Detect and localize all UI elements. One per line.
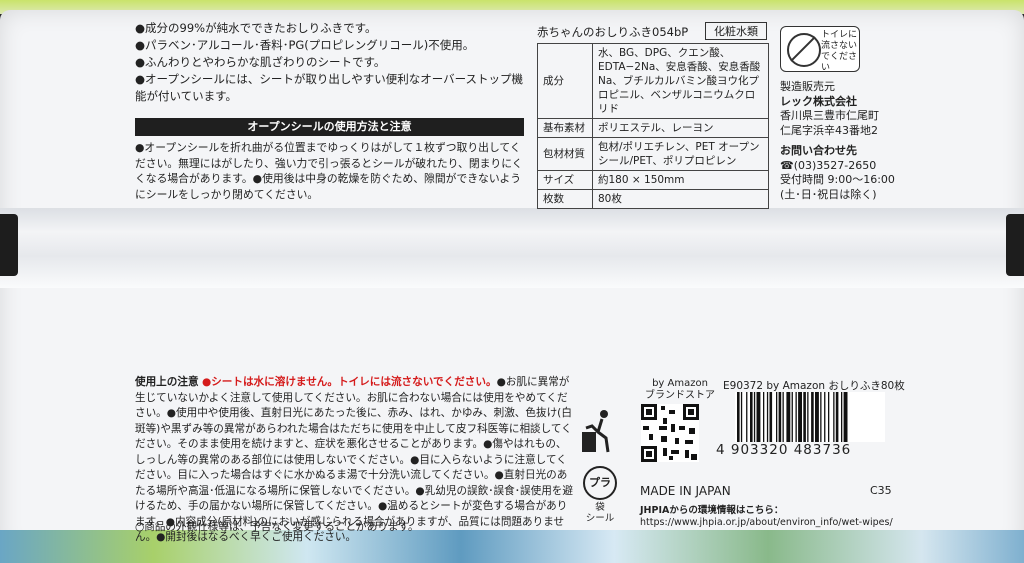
barcode-bar: [740, 392, 743, 442]
barcode-bar: [833, 392, 835, 442]
spec-key: 成分: [537, 43, 593, 119]
barcode-bar: [737, 392, 740, 442]
maker-info: 製造販売元 レック株式会社 香川県三豊市仁尾町 仁尾字浜辛43番地2 お問い合わ…: [780, 80, 910, 202]
bullet-1: ●成分の99%が純水でできたおしりふきです。: [135, 21, 377, 35]
spec-value: 水、BG、DPG、クエン酸、EDTA−2Na、安息香酸、安息香酸Na、ブチルカル…: [592, 43, 769, 119]
barcode-bar: [811, 392, 814, 442]
barcode-bar: [824, 392, 826, 442]
spec-value: 80枚: [592, 189, 769, 209]
no-toilet-icon: [787, 33, 821, 67]
barcode-bar: [776, 392, 778, 442]
maker-name: レック株式会社: [780, 94, 857, 108]
barcode-bar: [828, 392, 830, 442]
barcode-bar: [750, 392, 753, 442]
no-flush-label: トイレに流さないでください: [821, 30, 858, 73]
product-title: 赤ちゃんのおしりふき054bP: [537, 25, 689, 39]
table-row: 包材材質 包材/ポリエチレン、PET オープンシール/PET、ポリプロピレン: [537, 137, 769, 171]
barcode-bar: [835, 392, 839, 442]
barcode-number: 4 903320 483736: [716, 442, 852, 458]
maker-address-1: 香川県三豊市仁尾町: [780, 109, 879, 122]
spec-key: 基布素材: [537, 118, 593, 138]
jhpia-url[interactable]: https://www.jhpia.or.jp/about/environ_in…: [640, 517, 920, 529]
category-box: 化粧水類: [705, 22, 767, 40]
barcode-bar: [843, 392, 848, 442]
caution-red: ●シートは水に溶けません。トイレには流さないでください。: [201, 376, 497, 388]
table-row: サイズ 約180 × 150mm: [537, 170, 769, 190]
foot-note: ○商品の外観仕様等は、予告なく変更することがあります。: [135, 521, 419, 533]
barcode-bar: [795, 392, 797, 442]
barcode-bar: [782, 392, 784, 442]
brand-store-label: ブランドストア: [645, 390, 715, 401]
usage-header: オープンシールの使用方法と注意: [135, 118, 524, 136]
barcode-bar: [803, 392, 806, 442]
barcode-bar: [756, 392, 761, 442]
caution-label: 使用上の注意: [135, 376, 199, 388]
jhpia-info: JHPIAからの環境情報はこちら： https://www.jhpia.or.j…: [640, 505, 920, 529]
barcode-bar: [815, 392, 819, 442]
hours: 受付時間 9:00～16:00: [780, 173, 895, 186]
package-back: ●成分の99%が純水でできたおしりふきです。 ●パラベン･アルコール･香料･PG…: [0, 0, 1024, 563]
spec-value: 約180 × 150mm: [592, 170, 769, 190]
barcode-bar: [766, 392, 769, 442]
spec-value: ポリエステル、レーヨン: [592, 118, 769, 138]
recycle-mark: プラ 袋 シール: [580, 466, 620, 526]
barcode: [735, 392, 885, 442]
product-title-row: 赤ちゃんのおしりふき054bP 化粧水類: [537, 22, 767, 40]
phone: ☎(03)3527-2650: [780, 158, 877, 172]
bullet-2: ●パラベン･アルコール･香料･PG(プロピレングリコール)不使用。: [135, 38, 475, 52]
barcode-bar: [763, 392, 765, 442]
table-row: 基布素材 ポリエステル、レーヨン: [537, 118, 769, 138]
bag-label: 袋: [595, 502, 605, 513]
caution-body: ●お肌に異常が生じていないかよく注意して使用してください。お肌に合わない場合には…: [135, 376, 573, 543]
spec-table: 成分 水、BG、DPG、クエン酸、EDTA−2Na、安息香酸、安息香酸Na、ブチル…: [537, 43, 769, 209]
trash-icon: [578, 408, 618, 456]
no-flush-mark: トイレに流さないでください: [780, 26, 860, 73]
barcode-bar: [807, 392, 809, 442]
seal-band: [0, 208, 1024, 288]
hours-note: (土･日･祝日は除く): [780, 187, 877, 201]
feature-bullets: ●成分の99%が純水でできたおしりふきです。 ●パラベン･アルコール･香料･PG…: [135, 20, 530, 105]
maker-label: 製造販売元: [780, 80, 835, 93]
spec-value: 包材/ポリエチレン、PET オープンシール/PET、ポリプロピレン: [592, 137, 769, 171]
table-row: 枚数 80枚: [537, 189, 769, 209]
right-clip: [1006, 214, 1024, 276]
barcode-bar: [746, 392, 748, 442]
recycle-icon: プラ: [583, 466, 617, 500]
maker-address-2: 仁尾字浜辛43番地2: [780, 123, 878, 137]
table-row: 成分 水、BG、DPG、クエン酸、EDTA−2Na、安息香酸、安息香酸Na、ブチル…: [537, 43, 769, 119]
jhpia-label: JHPIAからの環境情報はこちら：: [640, 505, 784, 516]
amazon-brand: by Amazon ブランドストア: [640, 378, 720, 402]
barcode-bar: [769, 392, 773, 442]
spec-key: 枚数: [537, 189, 593, 209]
barcode-bar: [753, 392, 756, 442]
bullet-4: ●オープンシールには、シートが取り出しやすい便利なオーバーストップ機能が付いてい…: [135, 72, 524, 103]
left-clip: [0, 214, 18, 276]
barcode-bar: [778, 392, 782, 442]
amazon-label: by Amazon: [652, 378, 708, 389]
bullet-3: ●ふんわりとやわらかな肌ざわりのシートです。: [135, 55, 386, 69]
barcode-bar: [820, 392, 822, 442]
usage-text: ●オープンシールを折れ曲がる位置までゆっくりはがして１枚ずつ取り出してください。…: [135, 141, 523, 201]
spec-key: サイズ: [537, 170, 593, 190]
barcode-bar: [841, 392, 843, 442]
barcode-bar: [791, 392, 793, 442]
spec-key: 包材材質: [537, 137, 593, 171]
barcode-bar: [798, 392, 802, 442]
seal-label: シール: [585, 513, 615, 524]
made-in-label: MADE IN JAPAN: [640, 484, 731, 498]
qr-code[interactable]: [641, 404, 699, 462]
contact-label: お問い合わせ先: [780, 144, 857, 157]
product-code: C35: [870, 484, 892, 497]
barcode-bar: [786, 392, 791, 442]
